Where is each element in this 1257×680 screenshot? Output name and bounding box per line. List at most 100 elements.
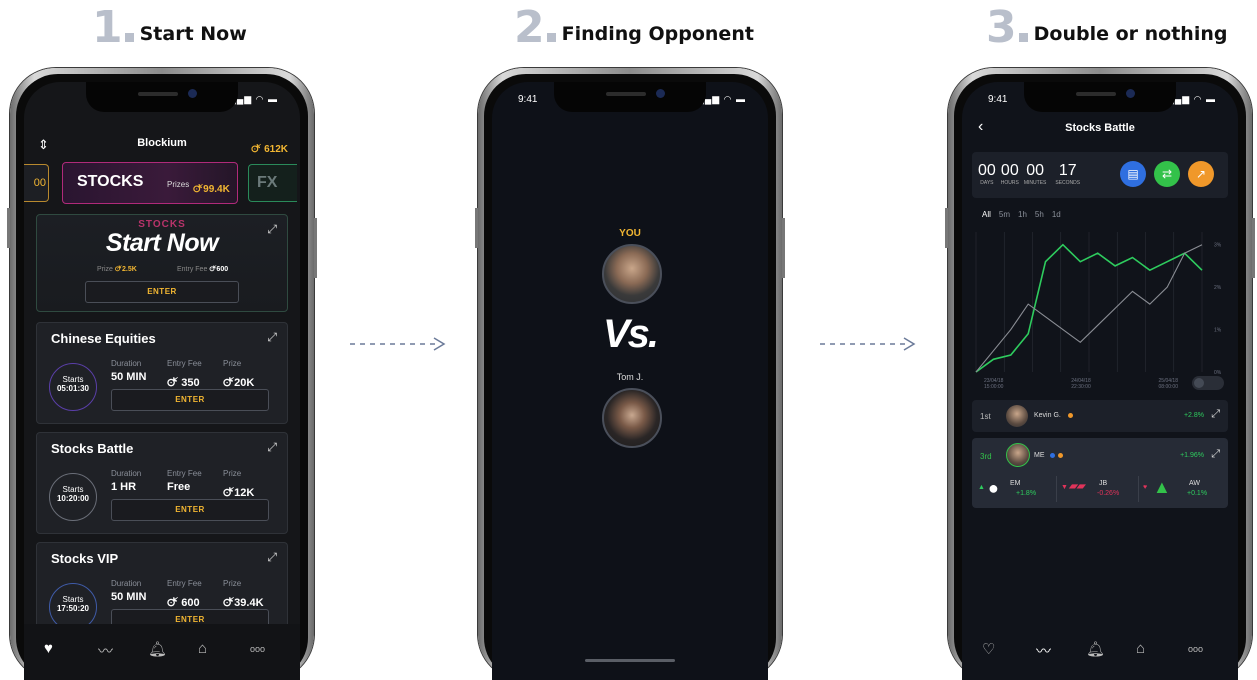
step-label: Double or nothing <box>1033 23 1228 45</box>
leaderboard-row[interactable]: 1st Kevin G. +2.8% ⤢ <box>972 400 1228 432</box>
holding[interactable]: ♥ ▲ AW +0.1% <box>1138 476 1219 502</box>
expand-icon[interactable]: ⤢ <box>1211 448 1220 461</box>
home-indicator <box>585 659 675 662</box>
avatar <box>1006 443 1030 467</box>
hero-fee: Entry Fee 🜚600 <box>177 266 229 273</box>
up-arrow-icon: ▲ <box>978 484 985 491</box>
enter-button[interactable]: ENTER <box>111 389 269 411</box>
step-3-title: 3 Double or nothing <box>986 6 1228 50</box>
duration-label: Duration <box>111 469 142 478</box>
duration-value: 1 HR <box>111 481 137 493</box>
tab-5h[interactable]: 5h <box>1035 210 1044 219</box>
ticker-change: +1.8% <box>1016 490 1037 497</box>
hero-prize: Prize 🜚2.5K <box>97 266 137 273</box>
aw-logo-icon: ▲ <box>1153 477 1171 497</box>
shop-icon[interactable]: ⌂ <box>1136 640 1145 657</box>
countdown-minutes: 00 MINUTES <box>1023 162 1047 186</box>
duration-value: 50 MIN <box>111 371 147 383</box>
duration-value: 50 MIN <box>111 591 147 603</box>
chart-icon[interactable]: 〰 <box>1036 640 1051 661</box>
step-number: 2 <box>514 6 556 50</box>
ticker-change: +0.1% <box>1187 490 1208 497</box>
expand-icon[interactable]: ⤢ <box>1211 408 1220 421</box>
y-tick-label: 1% <box>1214 328 1222 334</box>
countdown-seconds: 17 SECONDS <box>1055 162 1081 186</box>
hero-title: Start Now <box>105 229 219 257</box>
home-icon[interactable]: ♥ <box>44 640 53 657</box>
expand-icon[interactable]: ⤢ <box>267 330 277 345</box>
opponent-name: Tom J. <box>616 372 644 382</box>
status-dot <box>1068 413 1073 418</box>
holding[interactable]: ▼ ▰▰ JB -0.26% <box>1056 476 1135 502</box>
coin-balance[interactable]: 🜚 612K <box>251 137 288 158</box>
trend-icon[interactable]: ↗ <box>1188 161 1214 187</box>
hero-enter-button[interactable]: ENTER <box>85 281 239 303</box>
carousel-stocks-card[interactable]: STOCKS Prizes 🜚99.4K <box>62 162 238 204</box>
chart-toggle[interactable] <box>1192 376 1224 390</box>
countdown: 00 DAYS 00 HOURS 00 MINUTES 17 SECONDS <box>978 162 1080 186</box>
rank-label: 3rd <box>980 452 992 461</box>
tab-bar: ♡ 〰 🔔︎ ⌂ ooo <box>962 624 1238 680</box>
avatar <box>602 244 662 304</box>
phone-3: 9:41 ▂▄▆ ◠ ▬ ‹ Stocks Battle 00 DAYS 00 HO… <box>945 68 1255 680</box>
tab-bar: ♥ 〰 🔔︎ ⌂ ooo <box>24 624 300 680</box>
home-icon[interactable]: ♡ <box>982 640 995 658</box>
contest-card[interactable]: Chinese Equities ⤢ Starts 05:01:30 Durat… <box>36 322 288 424</box>
shop-icon[interactable]: ⌂ <box>198 640 207 657</box>
contest-card[interactable]: Stocks Battle ⤢ Starts 10:20:00 Duration… <box>36 432 288 534</box>
bell-icon[interactable]: 🔔︎ <box>1086 640 1105 658</box>
more-icon[interactable]: ooo <box>250 644 265 654</box>
ticker-change: -0.26% <box>1097 490 1120 497</box>
shuffle-icon[interactable]: ⇄ <box>1154 161 1180 187</box>
down-arrow-icon: ♥ <box>1143 484 1148 491</box>
ticker: AW <box>1189 480 1201 487</box>
expand-icon[interactable]: ⤢ <box>267 550 277 565</box>
status-dot <box>1050 453 1055 458</box>
stats-icon[interactable]: ▤ <box>1120 161 1146 187</box>
duration-label: Duration <box>111 579 142 588</box>
player-name: ME <box>1034 452 1045 459</box>
more-icon[interactable]: ooo <box>1188 644 1203 654</box>
tab-5m[interactable]: 5m <box>999 210 1010 219</box>
tab-1h[interactable]: 1h <box>1018 210 1027 219</box>
expand-icon[interactable]: ⤢ <box>267 440 277 455</box>
page-title: Stocks Battle <box>1065 122 1135 134</box>
tab-1d[interactable]: 1d <box>1052 210 1061 219</box>
phone-1: ▂▄▆ ◠ ▬ ⇕ Blockium 🜚 612K 00 STOCKS Priz… <box>7 68 317 680</box>
x-tick-label: 25/04/18 08:00:00 <box>1158 378 1178 390</box>
prizes-value: 🜚99.4K <box>193 184 230 195</box>
market-label: STOCKS <box>77 173 144 190</box>
starts-timer: Starts 10:20:00 <box>49 473 97 521</box>
carousel-next-card[interactable]: FX <box>248 164 297 202</box>
status-dot <box>1058 453 1063 458</box>
dashed-arrow-icon <box>820 337 916 351</box>
carousel-prev-card[interactable]: 00 <box>24 164 49 202</box>
player-name: Kevin G. <box>1034 412 1061 419</box>
avatar <box>1006 405 1028 427</box>
chart-icon[interactable]: 〰 <box>98 640 113 661</box>
y-tick-label: 2% <box>1214 285 1222 291</box>
contest-title: Stocks Battle <box>51 441 134 456</box>
prize-label: Prize <box>223 579 242 588</box>
screen-stocks-battle: 9:41 ▂▄▆ ◠ ▬ ‹ Stocks Battle 00 DAYS 00 HO… <box>962 82 1238 680</box>
bell-icon[interactable]: 🔔︎ <box>148 640 167 658</box>
my-row[interactable]: 3rd ME +1.96% ⤢ ▲ ● EM +1.8% ▼ ▰▰ JB -0.… <box>972 438 1228 508</box>
phone-2: 9:41 ▂▄▆ ◠ ▬ YOU Vs. Tom J. <box>475 68 785 680</box>
holding[interactable]: ▲ ● EM +1.8% <box>976 476 1052 502</box>
fee-label: Entry Fee <box>167 359 202 368</box>
tab-all[interactable]: All <box>982 210 991 219</box>
dashed-arrow-icon <box>350 337 446 351</box>
prize-label: Prize <box>223 469 242 478</box>
step-label: Start Now <box>139 23 247 45</box>
down-arrow-icon: ▼ <box>1061 484 1068 491</box>
contest-title: Chinese Equities <box>51 331 156 346</box>
ticker: EM <box>1010 480 1021 487</box>
contest-title: Stocks VIP <box>51 551 119 566</box>
vs-label: Vs. <box>602 312 659 356</box>
x-tick-label: 23/04/18 15:00:00 <box>984 378 1004 390</box>
prizes-label: Prizes <box>167 180 190 189</box>
you-label: YOU <box>619 228 641 239</box>
apple-logo-icon: ● <box>988 478 999 498</box>
enter-button[interactable]: ENTER <box>111 499 269 521</box>
fee-label: Entry Fee <box>167 579 202 588</box>
